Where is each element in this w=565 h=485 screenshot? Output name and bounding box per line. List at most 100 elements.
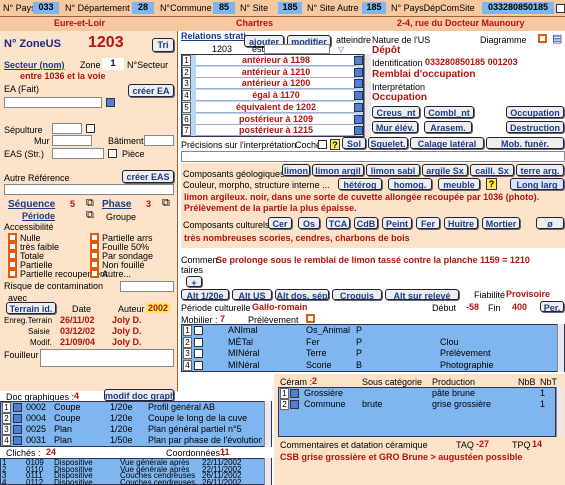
zone-field[interactable]: 1 [102, 58, 124, 70]
commentaires-text[interactable]: Se prolonge sous le remblai de limon tas… [216, 255, 530, 265]
site-autre-value[interactable]: 185 [362, 2, 386, 14]
eas-field[interactable] [52, 148, 104, 159]
sepulture-field[interactable] [52, 123, 82, 134]
doc-checkbox[interactable] [13, 425, 22, 434]
diagramme-checkbox[interactable] [538, 34, 547, 43]
relation-checkbox[interactable] [354, 79, 363, 89]
coche-checkbox[interactable] [318, 140, 327, 149]
croquis-button[interactable]: Croquis [332, 289, 382, 300]
relation-checkbox[interactable] [354, 56, 363, 65]
calage-button[interactable]: Calage latéral [410, 137, 484, 149]
cult-text[interactable]: très nombreuses scories, cendres, charbo… [184, 233, 410, 243]
comm-ceram-text[interactable]: CSB grise grossière et GRO Brune > augus… [280, 452, 522, 462]
mob-funer-button[interactable]: Mob. funér. [486, 137, 564, 149]
ceram-checkbox[interactable] [290, 389, 299, 398]
relation-number[interactable]: 7 [182, 125, 191, 137]
precisions-field[interactable] [181, 151, 565, 162]
alt-us-button[interactable]: Alt US [232, 289, 272, 300]
relation-number[interactable]: 5 [182, 101, 191, 113]
relation-number[interactable]: 3 [182, 78, 191, 90]
ea-checkbox[interactable] [106, 98, 115, 107]
periode-link[interactable]: Période [22, 211, 55, 221]
geo-help-button[interactable]: ? [486, 178, 497, 190]
add-comment-button[interactable]: + [186, 276, 202, 287]
mur-field[interactable] [52, 135, 92, 146]
alt-releve-button[interactable]: Alt sur relevé [385, 289, 459, 300]
relation-number[interactable]: 2 [182, 66, 191, 78]
per-button[interactable]: Per. [540, 301, 564, 312]
help-button[interactable]: ? [330, 139, 340, 150]
relation-row[interactable]: antérieur à 1200 [196, 78, 356, 90]
opt-nonfouille-checkbox[interactable] [90, 260, 99, 269]
autre-ref-field[interactable] [4, 184, 174, 195]
relation-type-field[interactable] [264, 44, 330, 54]
down-arrow-icon[interactable]: ▽ [338, 45, 344, 54]
site-value[interactable]: 185 [278, 2, 302, 14]
alt-dos-sep-button[interactable]: Alt dos. sép [275, 289, 329, 300]
eas-checkbox[interactable] [108, 149, 117, 158]
limon-button[interactable]: limon [282, 164, 310, 176]
squelet-button[interactable]: Squelet. [368, 137, 408, 149]
mob-checkbox[interactable] [194, 326, 203, 335]
dep-com-value[interactable]: 033280850185 [482, 2, 554, 14]
relation-checkbox[interactable] [354, 102, 363, 112]
relation-row[interactable]: équivalent de 1202 [196, 101, 356, 113]
creus-button[interactable]: Creus_nt [372, 106, 420, 118]
opt-tres-faible-checkbox[interactable] [8, 242, 17, 251]
opt-partielle-checkbox[interactable] [8, 260, 17, 269]
relations-link[interactable]: Relations strati. [181, 31, 249, 41]
argile-button[interactable]: argile Sx [422, 164, 468, 176]
doc-number[interactable]: 3 [2, 424, 11, 435]
relation-checkbox[interactable] [354, 67, 363, 77]
heterog-button[interactable]: hétérog [338, 178, 382, 190]
relation-row[interactable]: postérieur à 1215 [196, 125, 356, 137]
alt-120-button[interactable]: Alt 1/20e [181, 289, 229, 300]
limon-argil-button[interactable]: limon argil [312, 164, 364, 176]
relation-checkbox[interactable] [354, 91, 363, 101]
relation-row[interactable]: postérieur à 1209 [196, 113, 356, 125]
mob-number[interactable]: 2 [183, 336, 192, 348]
batiment-field[interactable] [144, 135, 174, 146]
mob-number[interactable]: 1 [183, 325, 192, 336]
huitre-button[interactable]: Huitre [444, 217, 478, 229]
opt-nulle-checkbox[interactable] [8, 233, 17, 242]
doc-checkbox[interactable] [13, 403, 22, 412]
relation-number[interactable]: 4 [182, 90, 191, 102]
mob-checkbox[interactable] [194, 349, 203, 358]
sequence-link[interactable]: Séquence [8, 199, 55, 210]
mur-elev-button[interactable]: Mur élév. [372, 121, 418, 133]
creer-ea-button[interactable]: créer EA [128, 84, 174, 97]
tri-button[interactable]: Tri [152, 38, 174, 52]
tca-button[interactable]: TCA [326, 217, 350, 229]
terrain-id-button[interactable]: Terrain id. [6, 302, 56, 314]
prelevement-checkbox[interactable] [306, 314, 315, 323]
stack-icon-3[interactable]: ⧉ [86, 209, 94, 222]
ceram-checkbox[interactable] [290, 400, 299, 409]
fouilleur-field[interactable] [40, 349, 174, 367]
other-button[interactable]: ø [536, 217, 564, 229]
dep-value[interactable]: 28 [132, 2, 154, 14]
doc-checkbox[interactable] [13, 436, 22, 445]
ea-field[interactable] [4, 97, 102, 108]
caill-button[interactable]: caill. Sx [470, 164, 514, 176]
cdb-button[interactable]: CdB [354, 217, 378, 229]
terre-arg-button[interactable]: terre arg. [516, 164, 564, 176]
relation-row[interactable]: égal à 1170 [196, 90, 356, 102]
doc-number[interactable]: 2 [2, 413, 11, 424]
combl-button[interactable]: Combl_nt [424, 106, 474, 118]
phase-link[interactable]: Phase [102, 199, 131, 210]
limon-sabl-button[interactable]: limon sabl [366, 164, 420, 176]
occupation-button[interactable]: Occupation [506, 106, 564, 118]
mob-checkbox[interactable] [194, 337, 203, 347]
peint-button[interactable]: Peint [382, 217, 412, 229]
arasem-button[interactable]: Arasem. [424, 121, 472, 133]
risque-field[interactable] [120, 281, 174, 292]
ceram-number[interactable]: 2 [280, 399, 289, 410]
doc-icon[interactable]: ▤ [552, 32, 562, 45]
pays-value[interactable]: 033 [33, 2, 59, 14]
opt-50-checkbox[interactable] [90, 242, 99, 251]
doc-number[interactable]: 1 [2, 402, 11, 413]
creer-eas-button[interactable]: créer EAS [122, 170, 174, 183]
opt-totale-checkbox[interactable] [8, 251, 17, 260]
stack-icon-2[interactable]: ⧉ [162, 197, 170, 210]
